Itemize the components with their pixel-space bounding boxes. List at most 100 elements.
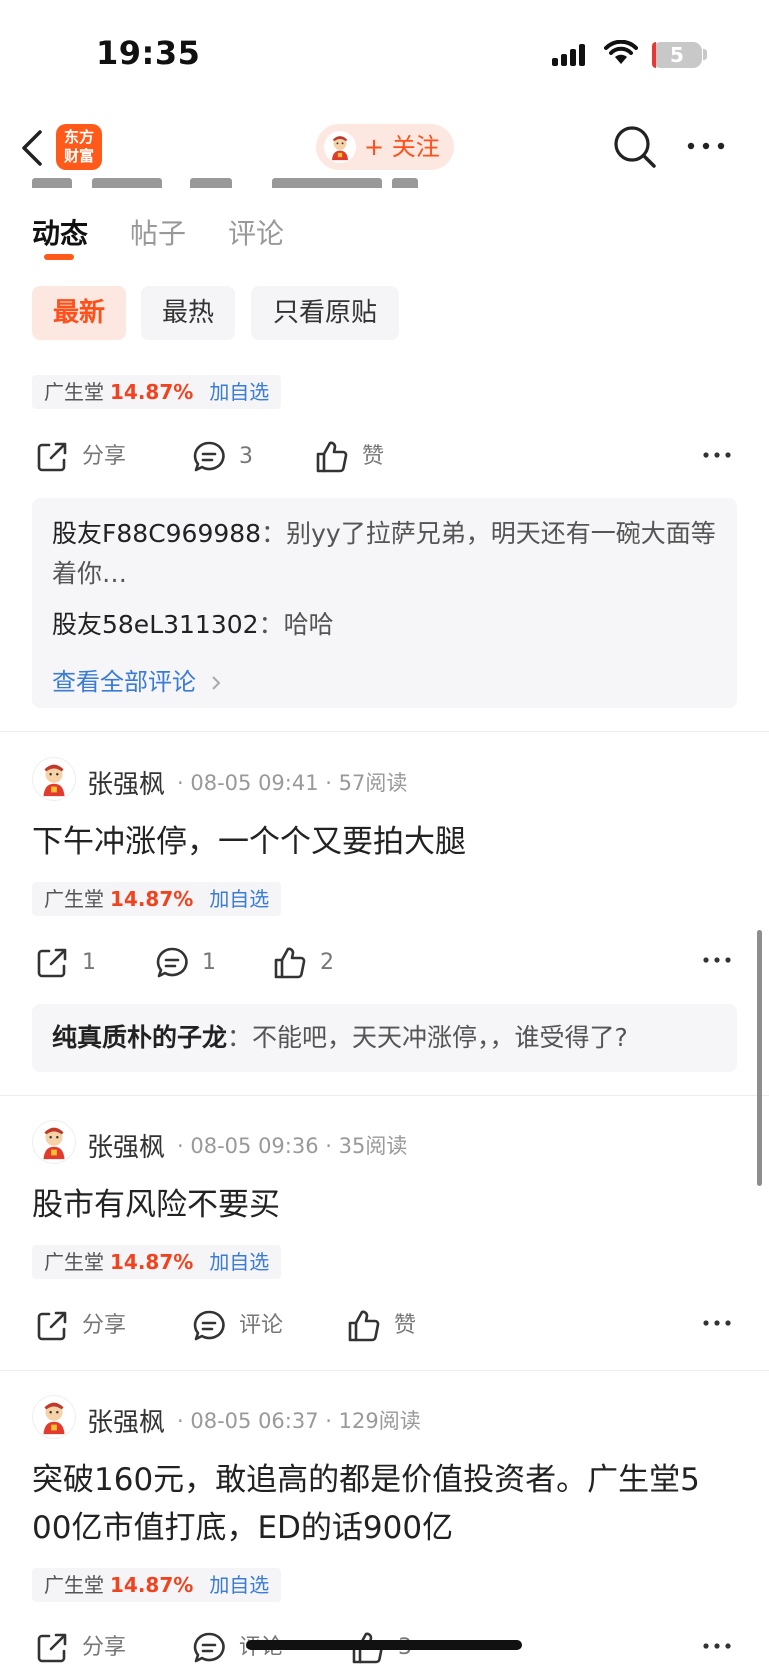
user-avatar-icon	[324, 131, 356, 163]
post-meta: · 08-05 09:36 · 35阅读	[177, 1130, 407, 1160]
meta-separator: ·	[325, 771, 332, 795]
author-avatar-icon[interactable]	[32, 1120, 76, 1164]
share-button[interactable]: 分享	[34, 1628, 126, 1668]
comment-icon	[154, 945, 190, 981]
wifi-icon	[604, 39, 638, 70]
comment-button[interactable]: 评论	[191, 1306, 283, 1346]
search-icon[interactable]	[612, 124, 658, 174]
tab-comments[interactable]: 评论	[228, 212, 284, 252]
post-content[interactable]: 下午冲涨停，一个个又要拍大腿	[32, 818, 466, 866]
read-count: 35阅读	[338, 1134, 408, 1158]
stock-name: 广生堂	[44, 380, 104, 404]
thumbs-up-icon	[272, 945, 308, 981]
like-count: 2	[320, 950, 334, 975]
divider	[0, 731, 769, 732]
view-all-comments-link[interactable]: 查看全部评论	[52, 662, 222, 697]
stock-tag[interactable]: 广生堂 14.87% 加自选	[32, 1245, 282, 1279]
tab-dynamic[interactable]: 动态	[32, 212, 88, 252]
like-button[interactable]: 2	[272, 943, 334, 983]
author-avatar-icon[interactable]	[32, 757, 76, 801]
more-options-icon[interactable]	[686, 136, 726, 155]
view-all-label: 查看全部评论	[52, 668, 196, 696]
stock-name: 广生堂	[44, 887, 104, 911]
status-time: 19:35	[96, 34, 201, 72]
share-button[interactable]: 分享	[34, 437, 126, 477]
post-content[interactable]: 股市有风险不要买	[32, 1181, 280, 1229]
comment-icon	[191, 1308, 227, 1344]
share-icon	[34, 945, 70, 981]
comment-item[interactable]: 股友58eL311302：哈哈	[52, 605, 717, 645]
like-button[interactable]: 赞	[346, 1306, 416, 1346]
read-count: 129阅读	[338, 1409, 421, 1433]
tab-posts[interactable]: 帖子	[130, 212, 186, 252]
share-button[interactable]: 分享	[34, 1306, 126, 1346]
filter-latest[interactable]: 最新	[32, 286, 126, 340]
filter-original-only[interactable]: 只看原贴	[251, 286, 399, 340]
share-icon	[34, 1630, 70, 1666]
post-content-line: 突破160元，敢追高的都是价值投资者。广生堂5	[32, 1462, 700, 1498]
comment-separator: ：	[258, 610, 284, 639]
comment-button[interactable]: 1	[154, 943, 216, 983]
author-name[interactable]: 张强枫	[87, 1402, 165, 1439]
like-label: 赞	[362, 444, 385, 469]
like-button[interactable]: 赞	[314, 437, 384, 477]
post-time: 08-05 09:41	[190, 771, 319, 795]
share-label: 分享	[82, 1635, 127, 1660]
comment-separator: ：	[261, 519, 287, 548]
post-content[interactable]: 突破160元，敢追高的都是价值投资者。广生堂5 00亿市值打底，ED的话900亿	[32, 1456, 747, 1552]
author-avatar-icon[interactable]	[32, 1395, 76, 1439]
post-time: 08-05 09:36	[190, 1134, 319, 1158]
thumbs-up-icon	[346, 1308, 382, 1344]
comment-label: 评论	[239, 1313, 284, 1338]
logo-line2: 财富	[63, 147, 94, 165]
comment-item[interactable]: 股友F88C969988：别yy了拉萨兄弟，明天还有一碗大面等着你…	[52, 514, 717, 594]
share-label: 分享	[82, 444, 127, 469]
share-label: 分享	[82, 1313, 127, 1338]
share-icon	[34, 1308, 70, 1344]
meta-separator: ·	[325, 1409, 332, 1433]
post-more-icon[interactable]	[702, 1303, 732, 1343]
post-meta: · 08-05 09:41 · 57阅读	[177, 767, 407, 797]
share-icon	[34, 439, 70, 475]
thumbs-up-icon	[314, 439, 350, 475]
post-more-icon[interactable]	[702, 434, 732, 474]
author-name[interactable]: 张强枫	[87, 1127, 165, 1164]
meta-separator: ·	[177, 1134, 184, 1158]
scrollbar[interactable]	[757, 930, 762, 1186]
battery-icon: 5	[652, 42, 702, 68]
share-button[interactable]: 1	[34, 943, 96, 983]
meta-separator: ·	[325, 1134, 332, 1158]
comment-icon	[191, 1630, 227, 1666]
comment-separator: ：	[227, 1023, 253, 1052]
meta-separator: ·	[177, 1409, 184, 1433]
stock-tag[interactable]: 广生堂 14.87% 加自选	[32, 882, 282, 916]
add-watchlist-button[interactable]: 加自选	[209, 1573, 269, 1597]
comment-user: 纯真质朴的子龙	[52, 1023, 228, 1052]
like-label: 赞	[394, 1313, 417, 1338]
comment-button[interactable]: 3	[191, 437, 253, 477]
post-content-line: 00亿市值打底，ED的话900亿	[32, 1510, 454, 1546]
home-indicator[interactable]	[246, 1640, 522, 1650]
tab-indicator	[44, 254, 74, 260]
stock-tag[interactable]: 广生堂 14.87% 加自选	[32, 1568, 282, 1602]
add-watchlist-button[interactable]: 加自选	[209, 1250, 269, 1274]
post-more-icon[interactable]	[702, 940, 732, 980]
comment-icon	[191, 439, 227, 475]
comment-count: 1	[202, 950, 216, 975]
logo-line1: 东方	[63, 128, 94, 146]
add-watchlist-button[interactable]: 加自选	[209, 380, 269, 404]
back-button[interactable]	[18, 128, 46, 172]
follow-label: + 关注	[364, 133, 440, 161]
meta-separator: ·	[177, 771, 184, 795]
share-count: 1	[82, 950, 96, 975]
battery-tip	[703, 49, 707, 60]
follow-button[interactable]: + 关注	[316, 124, 454, 170]
filter-hottest[interactable]: 最热	[141, 286, 235, 340]
stock-change: 14.87%	[110, 1250, 194, 1274]
add-watchlist-button[interactable]: 加自选	[209, 887, 269, 911]
post-more-icon[interactable]	[702, 1626, 732, 1666]
comment-item[interactable]: 纯真质朴的子龙：不能吧，天天冲涨停，，谁受得了?	[52, 1018, 717, 1058]
author-name[interactable]: 张强枫	[87, 764, 165, 801]
stock-tag[interactable]: 广生堂 14.87% 加自选	[32, 375, 282, 409]
app-logo: 东方 财富	[56, 124, 102, 170]
